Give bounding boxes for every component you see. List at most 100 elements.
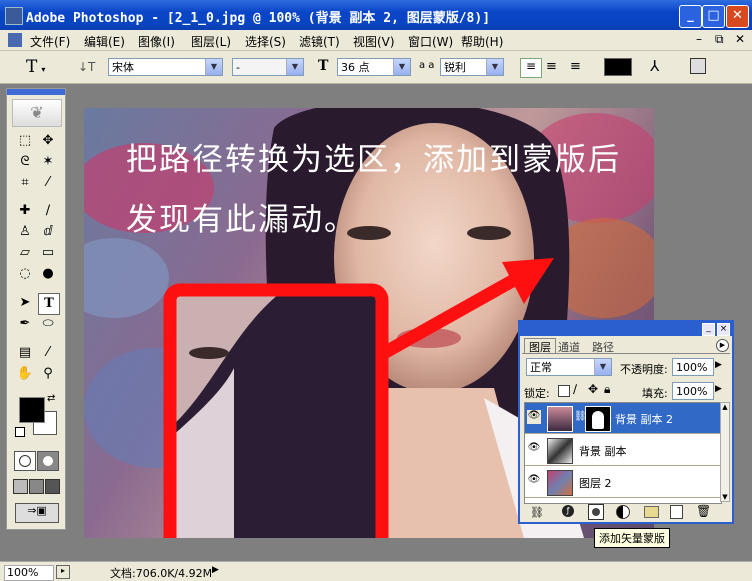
menu-select[interactable]: 选择(S)	[245, 33, 286, 50]
lasso-tool-icon[interactable]: ᘓ	[15, 152, 35, 172]
zoom-tool-icon[interactable]: ⚲	[38, 364, 58, 384]
font-size-icon: T	[318, 58, 329, 74]
type-tool-preset-icon[interactable]: T ▾	[26, 57, 45, 77]
lock-transparency-icon[interactable]	[558, 385, 570, 397]
lock-image-icon[interactable]: ∕	[573, 382, 577, 396]
menu-layer[interactable]: 图层(L)	[191, 33, 231, 50]
blend-mode-select[interactable]: 正常 ▼	[526, 358, 612, 376]
doc-minimize-button[interactable]: –	[696, 32, 702, 46]
status-bar: 100% ▸ 文档:706.0K/4.92M ▶	[0, 561, 752, 581]
text-color-swatch[interactable]	[604, 58, 632, 76]
fill-input[interactable]: 100%	[672, 382, 714, 400]
screen-mode-standard-icon[interactable]	[13, 479, 28, 494]
panel-minimize-button[interactable]: _	[702, 323, 715, 336]
type-tool-icon[interactable]: T	[38, 293, 60, 315]
layer-name: 背景 副本 2	[615, 413, 673, 426]
visibility-eye-icon[interactable]: 👁︎	[527, 442, 541, 456]
panel-close-button[interactable]: ×	[717, 323, 730, 336]
doc-close-button[interactable]: ✕	[735, 32, 745, 46]
slice-tool-icon[interactable]: ⁄	[38, 173, 58, 193]
menu-view[interactable]: 视图(V)	[353, 33, 395, 50]
layer-row-bg-copy[interactable]: 👁︎ 背景 副本	[525, 435, 721, 466]
eyedropper-tool-icon[interactable]: ⁄	[38, 343, 58, 363]
new-group-icon[interactable]	[644, 506, 659, 518]
foreground-color-swatch[interactable]	[19, 397, 45, 423]
path-select-icon[interactable]: ➤	[15, 293, 35, 313]
doc-size: 文档:706.0K/4.92M	[110, 567, 213, 580]
lock-position-icon[interactable]: ✥	[588, 382, 598, 396]
opacity-label: 不透明度:	[620, 363, 668, 376]
minimize-button[interactable]: _	[679, 5, 702, 28]
shape-tool-icon[interactable]: ⬭	[38, 314, 58, 334]
tab-layers[interactable]: 图层	[524, 338, 556, 354]
link-layers-icon[interactable]: ⛓︎	[530, 506, 544, 519]
antialias-select[interactable]: 锐利 ▼	[440, 58, 504, 76]
align-right-icon[interactable]: ≡	[570, 59, 581, 74]
palettes-toggle-icon[interactable]	[690, 58, 706, 74]
warp-text-icon[interactable]: ⅄	[650, 57, 659, 75]
eraser-tool-icon[interactable]: ▱	[15, 243, 35, 263]
menu-help[interactable]: 帮助(H)	[461, 33, 503, 50]
standard-mode-icon[interactable]	[14, 451, 36, 471]
crop-tool-icon[interactable]: ⌗	[15, 173, 35, 193]
status-arrow-icon[interactable]: ▶	[212, 565, 219, 575]
feather-logo-icon[interactable]: ❦	[12, 99, 62, 127]
new-layer-icon[interactable]	[670, 505, 683, 519]
menu-edit[interactable]: 编辑(E)	[84, 33, 125, 50]
layer-row-bg-copy-2[interactable]: 👁︎ ⛓︎ 背景 副本 2	[525, 403, 721, 434]
screen-mode-menu-icon[interactable]	[29, 479, 44, 494]
hand-tool-icon[interactable]: ✋	[15, 364, 35, 384]
font-family-select[interactable]: 宋体 ▼	[108, 58, 223, 76]
maximize-button[interactable]: □	[702, 5, 725, 28]
jump-to-imageready-icon[interactable]: ⇒▣	[15, 503, 59, 523]
menu-filter[interactable]: 滤镜(T)	[299, 33, 340, 50]
opacity-input[interactable]: 100%	[672, 358, 714, 376]
pen-tool-icon[interactable]: ✒	[15, 314, 35, 334]
layer-thumbnail	[547, 438, 573, 464]
dodge-tool-icon[interactable]: ●	[38, 264, 58, 284]
screen-mode-full-icon[interactable]	[45, 479, 60, 494]
brush-tool-icon[interactable]: ∕	[38, 201, 58, 221]
layer-mask-thumbnail[interactable]	[585, 406, 611, 432]
default-colors-icon[interactable]	[15, 427, 25, 437]
quick-mask-icon[interactable]	[37, 451, 59, 471]
swap-colors-icon[interactable]: ⇄	[47, 393, 55, 404]
blur-tool-icon[interactable]: ◌	[15, 264, 35, 284]
gradient-tool-icon[interactable]: ▭	[38, 243, 58, 263]
zoom-level[interactable]: 100%	[4, 565, 54, 581]
layer-list-scrollbar[interactable]: ▲ ▼	[720, 402, 730, 502]
menu-window[interactable]: 窗口(W)	[408, 33, 453, 50]
magic-wand-icon[interactable]: ✶	[38, 152, 58, 172]
add-mask-icon[interactable]	[588, 504, 604, 520]
menu-file[interactable]: 文件(F)	[30, 33, 70, 50]
marquee-tool-icon[interactable]: ⬚	[15, 131, 35, 151]
align-left-icon[interactable]: ≡	[520, 58, 542, 78]
font-style-select[interactable]: - ▼	[232, 58, 304, 76]
lock-all-icon[interactable]: 🔒︎	[604, 382, 610, 397]
font-size-select[interactable]: 36 点 ▼	[337, 58, 411, 76]
history-brush-icon[interactable]: ⅆ	[38, 222, 58, 242]
visibility-eye-icon[interactable]: 👁︎	[527, 410, 541, 424]
doc-restore-button[interactable]: ⧉	[715, 32, 724, 47]
text-orientation-icon[interactable]: ↓T	[78, 60, 95, 74]
close-button[interactable]: ✕	[726, 5, 749, 28]
align-center-icon[interactable]: ≡	[546, 59, 557, 74]
panel-menu-icon[interactable]: ▶	[716, 339, 729, 352]
layer-row-layer-2[interactable]: 👁︎ 图层 2	[525, 467, 721, 498]
layer-name: 图层 2	[579, 477, 612, 490]
layer-thumbnail	[547, 470, 573, 496]
tooltip: 添加矢量蒙版	[594, 528, 670, 548]
visibility-eye-icon[interactable]: 👁︎	[527, 474, 541, 488]
clone-stamp-icon[interactable]: ♙	[15, 222, 35, 242]
adjustment-layer-icon[interactable]	[616, 505, 630, 519]
opacity-slider-arrow[interactable]: ▶	[715, 360, 722, 370]
notes-tool-icon[interactable]: ▤	[15, 343, 35, 363]
delete-layer-icon[interactable]: 🗑︎	[696, 504, 711, 518]
move-tool-icon[interactable]: ✥	[38, 131, 58, 151]
status-menu-icon[interactable]: ▸	[56, 565, 70, 579]
healing-brush-icon[interactable]: ✚	[15, 201, 35, 221]
menu-image[interactable]: 图像(I)	[138, 33, 175, 50]
fill-slider-arrow[interactable]: ▶	[715, 384, 722, 394]
layer-style-icon[interactable]: ƒ	[562, 505, 574, 517]
photoshop-app-icon	[5, 7, 23, 25]
